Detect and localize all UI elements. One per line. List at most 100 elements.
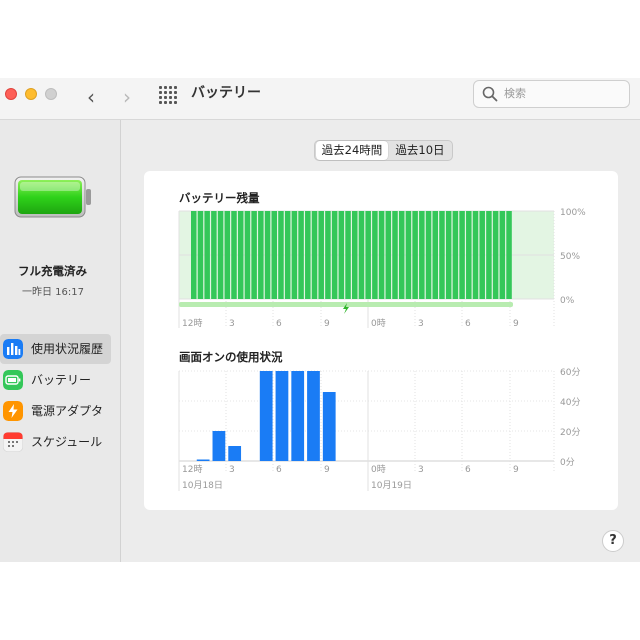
- calendar-icon: [3, 432, 23, 452]
- battery-level-bar: [419, 211, 425, 299]
- battery-level-bar: [466, 211, 472, 299]
- battery-level-bar: [271, 211, 278, 299]
- usage-ytick-label: 40分: [560, 397, 580, 408]
- battery-level-bar: [258, 211, 264, 299]
- battery-level-bar: [311, 211, 318, 299]
- usage-bar: [228, 446, 242, 461]
- sidebar-item-label: スケジュール: [31, 435, 103, 449]
- battery-level-bar: [345, 211, 351, 299]
- bolt-icon: [3, 401, 23, 421]
- usage-xtick-label: 0時: [371, 464, 386, 475]
- battery-xtick-label: 12時: [182, 318, 202, 329]
- battery-level-bar: [298, 211, 304, 299]
- battery-ytick-label: 50%: [560, 252, 580, 262]
- window-title: バッテリー: [191, 85, 261, 101]
- battery-level-bar: [217, 211, 224, 299]
- battery-level-bar: [331, 211, 338, 299]
- help-button[interactable]: ?: [602, 530, 624, 552]
- battery-level-bar: [439, 211, 445, 299]
- battery-level-bar: [405, 211, 412, 299]
- search-placeholder: 検索: [504, 87, 526, 100]
- zoom-window-button[interactable]: [45, 88, 57, 100]
- battery-level-bar: [358, 211, 365, 299]
- bar-chart-icon: [3, 339, 23, 359]
- sidebar: フル充電済み 一昨日 16:17 使用状況履歴 バッテリー 電源アダプタ スケジ…: [0, 120, 121, 562]
- usage-panel: バッテリー残量 100% 50% 0% 12時 3 6 9 0時 3 6 9 60分 40分 20分 0分 1…: [144, 171, 618, 510]
- usage-bar: [275, 371, 289, 461]
- grid-dot: [169, 101, 172, 104]
- sidebar-item-label: バッテリー: [31, 373, 92, 387]
- battery-level-bar: [378, 211, 385, 299]
- usage-xtick-label: 9: [324, 465, 330, 475]
- battery-xtick-label: 6: [276, 319, 282, 329]
- usage-xtick-label: 9: [513, 465, 519, 475]
- battery-level-bar: [452, 211, 459, 299]
- battery-full-icon: [14, 176, 91, 218]
- battery-level-bar: [412, 211, 418, 299]
- usage-bar: [322, 392, 336, 461]
- battery-level-bar: [392, 211, 398, 299]
- battery-icon: [3, 370, 23, 390]
- sidebar-item-power-adapter[interactable]: 電源アダプタ: [0, 396, 111, 426]
- minimize-window-button[interactable]: [25, 88, 37, 100]
- battery-level-bar: [244, 211, 251, 299]
- battery-level-bar: [352, 211, 358, 299]
- battery-level-bar: [486, 211, 492, 299]
- grid-dot: [159, 96, 162, 99]
- grid-dot: [164, 86, 167, 89]
- battery-level-bar: [211, 211, 217, 299]
- sidebar-item-usage-history[interactable]: 使用状況履歴: [0, 334, 111, 364]
- battery-level-bar: [237, 211, 244, 299]
- battery-level-bar: [445, 211, 452, 299]
- battery-ytick-label: 100%: [560, 208, 586, 218]
- grid-dot: [159, 86, 162, 89]
- time-range-segmented-control: 過去24時間 過去10日: [314, 140, 453, 161]
- forward-chevron-icon[interactable]: ›: [116, 84, 138, 110]
- usage-bar: [259, 371, 273, 461]
- settings-window: ‹ › バッテリー 検索 フル充電済み 一昨日 16:17 使用状況履歴 バッテ…: [0, 78, 640, 562]
- sidebar-item-label: 電源アダプタ: [31, 404, 104, 418]
- tab-last-10-days[interactable]: 過去10日: [389, 141, 451, 160]
- battery-level-bar: [191, 211, 197, 299]
- battery-level-bar: [291, 211, 298, 299]
- show-all-grid-icon[interactable]: [159, 86, 177, 104]
- sidebar-item-schedule[interactable]: スケジュール: [0, 427, 111, 457]
- sidebar-item-battery[interactable]: バッテリー: [0, 365, 111, 395]
- grid-dot: [174, 101, 177, 104]
- battery-level-bar: [204, 211, 210, 299]
- battery-level-bar: [492, 211, 499, 299]
- grid-dot: [169, 91, 172, 94]
- usage-xtick-label: 6: [465, 465, 471, 475]
- grid-dot: [174, 91, 177, 94]
- battery-level-bar: [278, 211, 284, 299]
- battery-level-bar: [305, 211, 311, 299]
- usage-xtick-label: 3: [229, 465, 235, 475]
- charge-status: フル充電済み: [18, 264, 87, 278]
- battery-level-bar: [425, 211, 432, 299]
- battery-xtick-label: 3: [418, 319, 424, 329]
- battery-level-bar: [224, 211, 231, 299]
- screen-usage-title: 画面オンの使用状況: [179, 350, 283, 364]
- battery-level-bar: [432, 211, 439, 299]
- battery-xtick-label: 0時: [371, 318, 386, 329]
- battery-xtick-label: 9: [324, 319, 330, 329]
- battery-level-bar: [318, 211, 324, 299]
- close-window-button[interactable]: [5, 88, 17, 100]
- search-field[interactable]: 検索: [473, 80, 630, 108]
- battery-level-bar: [479, 211, 485, 299]
- search-icon: [482, 86, 498, 102]
- battery-level-chart: 100% 50% 0% 12時 3 6 9 0時 3 6 9 60分 40分 20分 0分 12時 3 6 9 0時 3…: [178, 208, 586, 491]
- battery-level-bar: [365, 211, 371, 299]
- tab-last-24-hours[interactable]: 過去24時間: [316, 141, 388, 160]
- battery-ytick-label: 0%: [560, 296, 575, 306]
- usage-bar: [291, 371, 305, 461]
- sidebar-item-label: 使用状況履歴: [31, 342, 104, 356]
- battery-level-bar: [325, 211, 331, 299]
- battery-xtick-label: 3: [229, 319, 235, 329]
- battery-level-bar: [506, 211, 512, 299]
- usage-bar: [196, 459, 210, 461]
- battery-xtick-label: 6: [465, 319, 471, 329]
- back-chevron-icon[interactable]: ‹: [80, 84, 102, 110]
- grid-dot: [159, 91, 162, 94]
- battery-level-bar: [284, 211, 291, 299]
